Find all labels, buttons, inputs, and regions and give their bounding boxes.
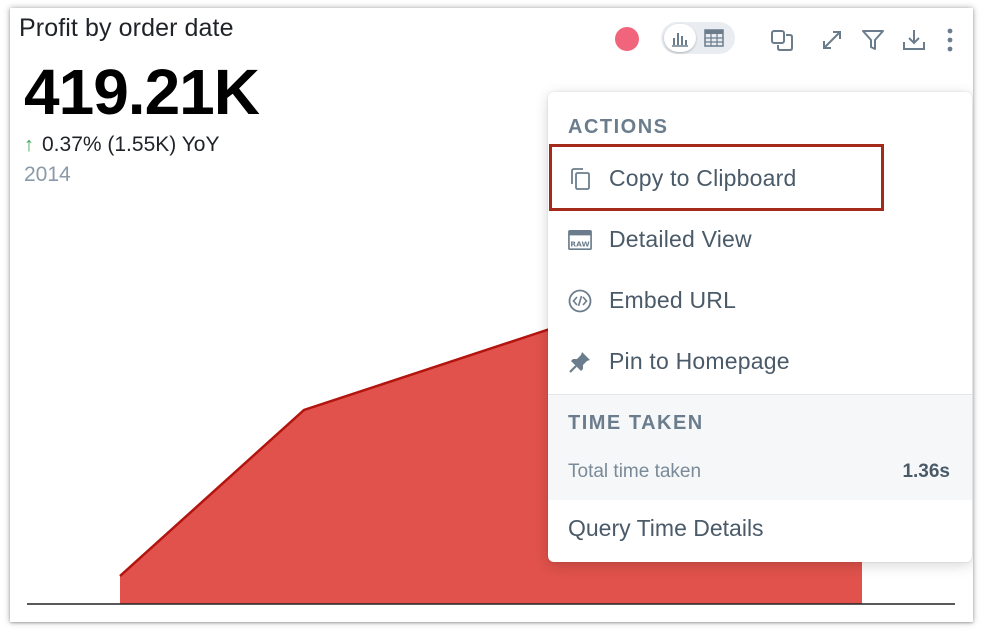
menu-item-detailed-view[interactable]: RAW Detailed View (548, 211, 972, 267)
svg-text:RAW: RAW (570, 239, 589, 248)
area-series (120, 324, 565, 604)
yoy-change: ↑ 0.37% (1.55K) YoY (24, 133, 219, 157)
total-time-value: 1.36s (902, 461, 950, 482)
copy-frame-icon[interactable] (770, 28, 794, 52)
chart-title: Profit by order date (19, 14, 234, 42)
time-taken-section: TIME TAKEN Total time taken 1.36s (548, 394, 972, 500)
pin-icon (568, 350, 592, 374)
more-vertical-icon[interactable] (938, 28, 962, 52)
table-icon[interactable] (703, 28, 725, 48)
yoy-change-text: 0.37% (1.55K) YoY (42, 133, 220, 156)
filter-icon[interactable] (861, 28, 885, 52)
period-label: 2014 (24, 163, 71, 186)
raw-data-icon: RAW (568, 228, 592, 252)
up-arrow-icon: ↑ (24, 133, 34, 156)
card-toolbar (610, 22, 960, 58)
actions-menu: ACTIONS Copy to Clipboard RAW Detailed V… (548, 92, 972, 562)
bar-chart-icon[interactable] (664, 24, 696, 52)
time-taken-title: TIME TAKEN (568, 412, 704, 434)
menu-item-pin-to-homepage[interactable]: Pin to Homepage (548, 333, 972, 389)
actions-section-title: ACTIONS (568, 116, 669, 138)
menu-item-label: Pin to Homepage (609, 347, 790, 374)
chart-table-toggle[interactable] (661, 22, 735, 54)
menu-item-query-time-details[interactable]: Query Time Details (568, 515, 764, 542)
menu-item-label: Detailed View (609, 225, 752, 252)
menu-item-label: Embed URL (609, 286, 737, 313)
download-icon[interactable] (902, 28, 926, 52)
chart-card: Profit by order date 419.21K ↑ 0.37% (1.… (10, 8, 973, 622)
record-dot-icon[interactable] (615, 27, 639, 51)
code-icon (568, 289, 592, 313)
menu-item-embed-url[interactable]: Embed URL (548, 272, 972, 328)
kpi-value: 419.21K (24, 56, 260, 128)
total-time-label: Total time taken (568, 461, 702, 482)
highlight-annotation (549, 144, 884, 211)
expand-icon[interactable] (820, 28, 844, 52)
